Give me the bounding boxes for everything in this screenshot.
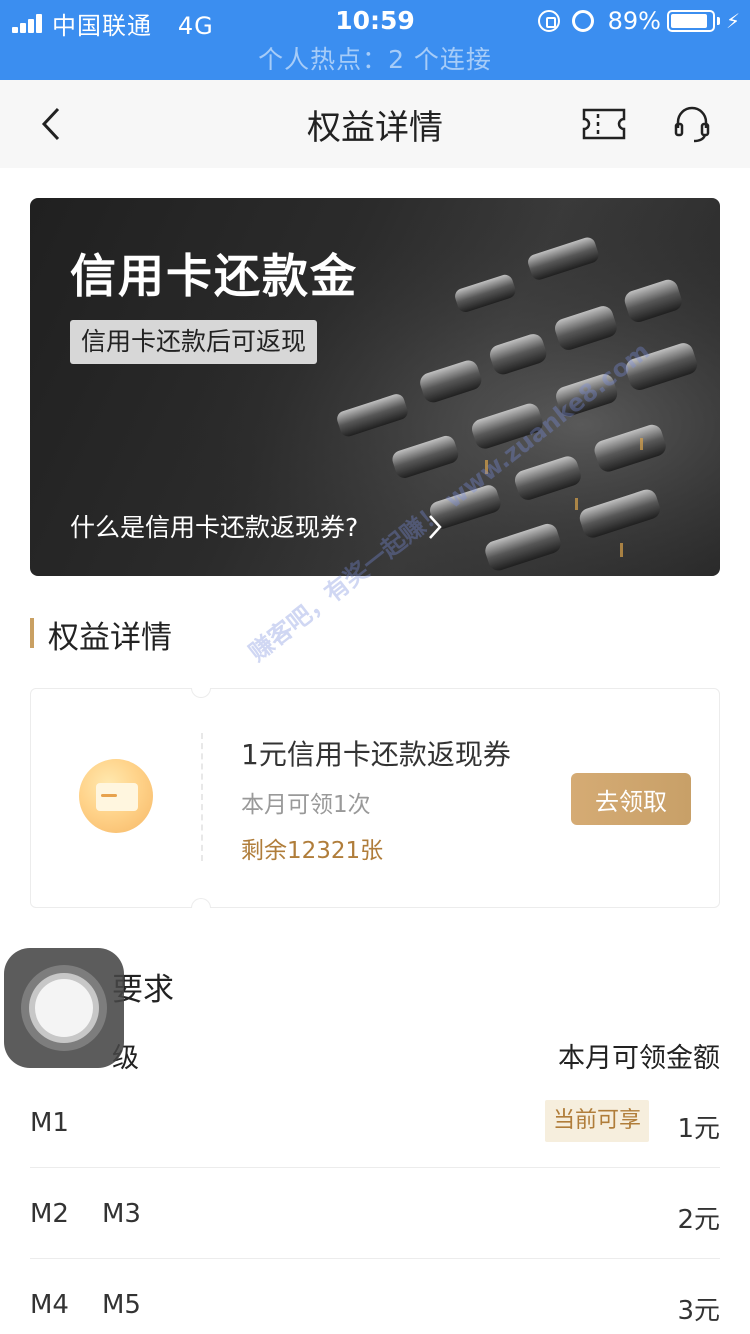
screen: { "status_bar": { "carrier": "中国联通", "ne… [0, 0, 750, 1334]
credit-card-icon [79, 759, 153, 833]
page-title: 权益详情 [307, 108, 443, 148]
amount-label: 2元 [677, 1205, 720, 1235]
voucher-card: 1元信用卡还款返现券 本月可领1次 剩余12321张 去领取 [30, 688, 720, 908]
table-row: M1 当前可享 1元 [30, 1078, 720, 1168]
alarm-icon [571, 10, 594, 32]
assistive-touch-button[interactable] [4, 948, 124, 1068]
status-bar: 中国联通 4G 10:59 89% ⚡ 个人热点：2 个连接 [0, 0, 750, 80]
level-label: M4 [30, 1290, 69, 1320]
charging-icon: ⚡ [725, 9, 740, 33]
table-row: M2 M3 2元 [30, 1169, 720, 1259]
hotspot-banner[interactable]: 个人热点：2 个连接 [0, 40, 750, 76]
nav-bar: 权益详情 [0, 80, 750, 168]
voucher-remaining: 剩余12321张 [241, 838, 384, 864]
level-label: M2 [30, 1199, 69, 1229]
rotation-lock-icon [537, 10, 560, 32]
details-section-title: 权益详情 [48, 620, 172, 656]
amount-label: 1元 [677, 1114, 720, 1144]
table-row: M4 M5 3元 [30, 1260, 720, 1334]
level-table-header: 级 本月可领金额 [30, 1036, 720, 1076]
current-level-badge: 当前可享 [545, 1100, 650, 1142]
banner-tag: 信用卡还款后可返现 [70, 320, 318, 364]
voucher-name: 1元信用卡还款返现券 [241, 738, 511, 771]
banner-title: 信用卡还款金 [70, 249, 358, 303]
headset-icon[interactable] [672, 104, 712, 144]
level-label: M3 [102, 1199, 141, 1229]
voucher-limit: 本月可领1次 [241, 792, 371, 818]
ticket-icon[interactable] [582, 108, 626, 140]
battery-percent: 89% [607, 7, 661, 35]
banner-help-link[interactable]: 什么是信用卡还款返现券? [70, 508, 358, 544]
claim-button[interactable]: 去领取 [571, 773, 691, 825]
level-label: M5 [102, 1290, 141, 1320]
section-accent-bar [30, 618, 34, 648]
amount-label: 3元 [677, 1296, 720, 1326]
level-label: M1 [30, 1108, 69, 1138]
battery-icon [666, 10, 715, 32]
amount-column-header: 本月可领金额 [558, 1043, 720, 1074]
